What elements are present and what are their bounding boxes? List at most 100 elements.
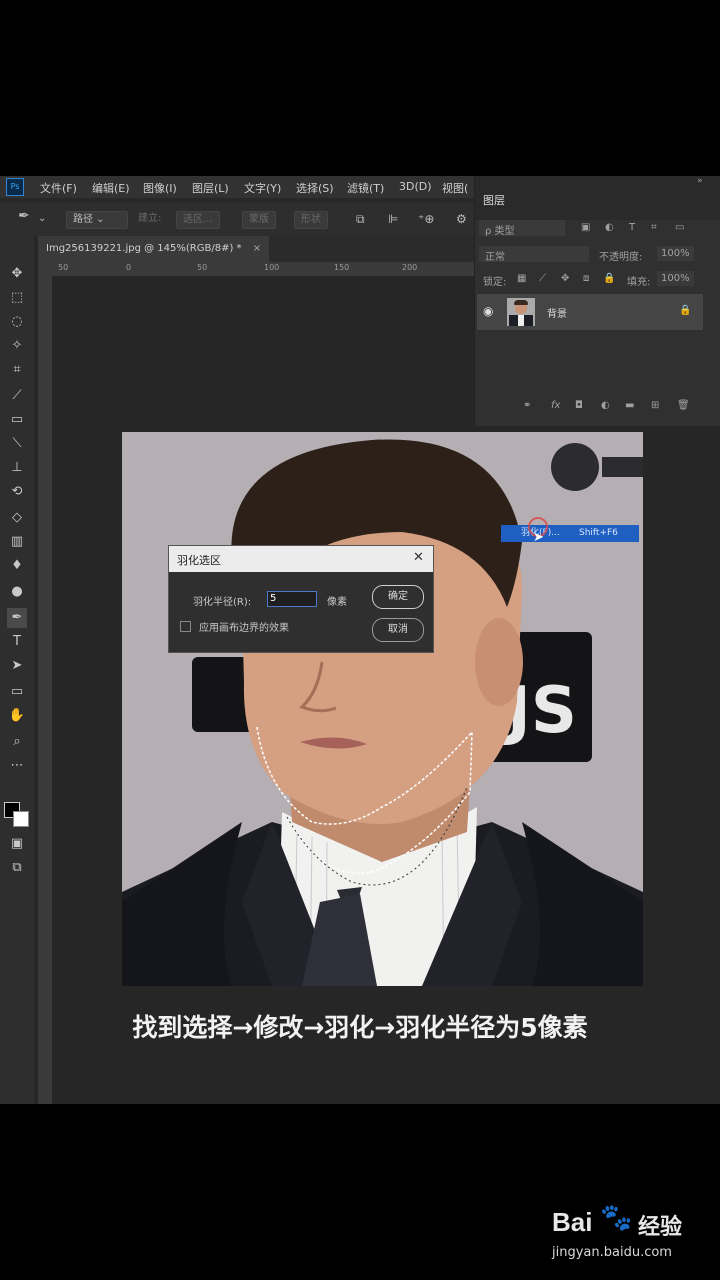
layers-panel-title[interactable]: 图层: [483, 192, 505, 208]
layer-lock-icon[interactable]: 🔒: [679, 305, 691, 316]
pen-tool-active-icon[interactable]: ✒: [7, 608, 27, 628]
document-tabbar: Img256139221.jpg @ 145%(RGB/8#) * ×: [38, 236, 474, 262]
gear-icon[interactable]: ⚙: [456, 211, 467, 227]
opacity-input[interactable]: 100%: [657, 246, 694, 261]
ruler-label: 0: [126, 263, 132, 272]
trash-icon[interactable]: 🗑: [677, 400, 690, 411]
document-image[interactable]: JS: [122, 432, 643, 986]
layer-filter-select[interactable]: ρ 类型: [479, 220, 565, 237]
eye-icon[interactable]: ◉: [483, 304, 493, 318]
pen-mode-value: 路径: [73, 214, 93, 225]
filter-pixel-icon[interactable]: ▣: [581, 222, 590, 233]
lasso-tool-icon[interactable]: ◌: [7, 312, 27, 332]
layer-filter-label: ρ 类型: [485, 226, 515, 237]
menu-view[interactable]: 视图(: [442, 180, 468, 196]
build-label: 建立:: [138, 213, 162, 224]
quick-mask-icon[interactable]: ▣: [7, 834, 27, 854]
menu-filter[interactable]: 滤镜(T): [347, 180, 384, 196]
path-operations-icon[interactable]: ⧉: [356, 211, 365, 227]
panel-collapse-icon[interactable]: »: [697, 176, 703, 186]
eraser-icon[interactable]: ◇: [7, 508, 27, 528]
ok-button[interactable]: 确定: [372, 585, 424, 609]
dodge-tool-icon[interactable]: ●: [7, 582, 27, 602]
filter-shape-icon[interactable]: ⌗: [651, 222, 657, 233]
blend-mode-select[interactable]: 正常: [479, 246, 589, 263]
baidu-jingyan-watermark: Bai 🐾 经验 jingyan.baidu.com: [552, 1203, 712, 1265]
more-tools-icon[interactable]: ⋯: [7, 756, 27, 776]
lock-position-icon[interactable]: ✥: [561, 273, 569, 284]
feather-radius-input[interactable]: 5: [267, 591, 317, 607]
make-shape-button[interactable]: 形状: [294, 211, 328, 229]
path-selection-icon[interactable]: ➤: [7, 656, 27, 676]
screen-mode-icon[interactable]: ⧉: [7, 858, 27, 878]
hand-tool-icon[interactable]: ✋: [7, 706, 27, 726]
close-icon[interactable]: ✕: [413, 550, 424, 565]
crop-tool-icon[interactable]: ⌗: [7, 360, 27, 380]
ruler-label: 50: [197, 263, 208, 272]
chevron-down-icon[interactable]: ⌄: [38, 211, 46, 227]
adjustment-icon[interactable]: ◐: [601, 400, 610, 411]
menu-select[interactable]: 选择(S): [296, 180, 334, 196]
lock-pixels-icon[interactable]: ⟋: [539, 273, 546, 284]
path-align-icon[interactable]: ⊫: [388, 211, 398, 227]
layer-row-background[interactable]: ◉ 背景 🔒: [477, 294, 703, 330]
canvas-bounds-checkbox[interactable]: [180, 621, 191, 632]
rectangle-tool-icon[interactable]: ▭: [7, 682, 27, 702]
move-tool-icon[interactable]: ✥: [7, 264, 27, 284]
brush-tool-icon[interactable]: ⟍: [7, 434, 27, 454]
dialog-titlebar: 羽化选区 ✕: [169, 546, 433, 572]
fx-icon[interactable]: fx: [551, 400, 560, 411]
new-layer-icon[interactable]: ⊞: [651, 400, 659, 411]
feather-menu-shortcut: Shift+F6: [579, 528, 618, 538]
history-brush-icon[interactable]: ⟲: [7, 482, 27, 502]
pen-tool-icon[interactable]: ✒: [18, 208, 30, 224]
make-mask-button[interactable]: 蒙版: [242, 211, 276, 229]
folder-icon[interactable]: ▬: [625, 400, 634, 411]
paw-icon: 🐾: [600, 1203, 633, 1233]
filter-type-icon[interactable]: T: [629, 222, 635, 233]
blur-tool-icon[interactable]: ♦: [7, 556, 27, 576]
ruler-label: 50: [58, 263, 69, 272]
filter-smart-icon[interactable]: ▭: [675, 222, 684, 233]
ruler-label: 150: [334, 263, 350, 272]
layer-name: 背景: [547, 309, 567, 320]
menu-image[interactable]: 图像(I): [143, 180, 177, 196]
mask-icon[interactable]: ◘: [575, 400, 583, 411]
make-selection-button[interactable]: 选区...: [176, 211, 220, 229]
cursor-icon: ➤: [533, 530, 544, 545]
pen-mode-select[interactable]: 路径 ⌄: [66, 211, 128, 229]
type-tool-icon[interactable]: T: [7, 632, 27, 652]
marquee-tool-icon[interactable]: ⬚: [7, 288, 27, 308]
menu-layer[interactable]: 图层(L): [192, 180, 229, 196]
ruler-label: 100: [264, 263, 280, 272]
fill-label: 填充:: [627, 277, 651, 288]
close-tab-icon[interactable]: ×: [253, 243, 261, 254]
canvas-bounds-label: 应用画布边界的效果: [199, 623, 289, 634]
filter-adjustment-icon[interactable]: ◐: [605, 222, 614, 233]
cancel-button[interactable]: 取消: [372, 618, 424, 642]
unit-label: 像素: [327, 597, 347, 608]
clone-stamp-icon[interactable]: ⊥: [7, 458, 27, 478]
blend-mode-value: 正常: [485, 252, 505, 263]
link-icon[interactable]: ⚭: [523, 400, 531, 411]
gradient-tool-icon[interactable]: ▥: [7, 532, 27, 552]
zoom-tool-icon[interactable]: ⌕: [7, 732, 27, 752]
menu-3d[interactable]: 3D(D): [399, 180, 432, 193]
menu-edit[interactable]: 编辑(E): [92, 180, 130, 196]
photoshop-logo: Ps: [6, 178, 24, 196]
magic-wand-icon[interactable]: ✧: [7, 336, 27, 356]
eyedropper-icon[interactable]: ⟋: [7, 386, 27, 406]
path-arrange-icon[interactable]: ⁺⊕: [418, 211, 434, 227]
feather-menu-item[interactable]: 羽化(F)... Shift+F6: [501, 525, 639, 542]
healing-brush-icon[interactable]: ▭: [7, 410, 27, 430]
document-tab[interactable]: Img256139221.jpg @ 145%(RGB/8#) * ×: [38, 236, 270, 262]
lock-artboard-icon[interactable]: ⧈: [583, 273, 589, 284]
lock-transparency-icon[interactable]: ▦: [517, 273, 526, 284]
menu-type[interactable]: 文字(Y): [244, 180, 281, 196]
lock-label: 锁定:: [483, 277, 507, 288]
opacity-label: 不透明度:: [599, 252, 643, 263]
fill-input[interactable]: 100%: [657, 271, 694, 286]
background-color-swatch[interactable]: [13, 811, 29, 827]
lock-all-icon[interactable]: 🔒: [603, 273, 615, 284]
menu-file[interactable]: 文件(F): [40, 180, 77, 196]
